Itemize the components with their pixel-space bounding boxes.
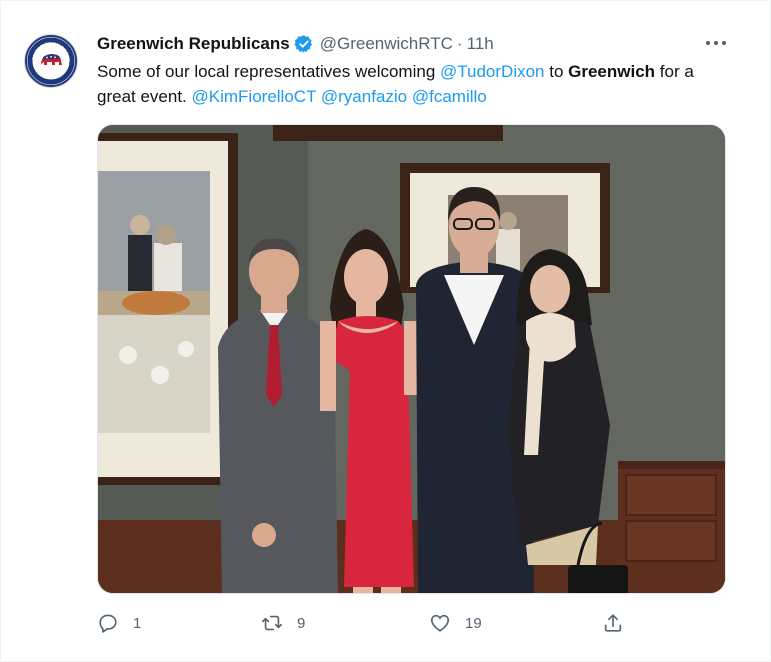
verified-badge-icon xyxy=(294,35,312,53)
tweet-actions: 1 9 19 xyxy=(97,610,637,636)
account-handle[interactable]: @GreenwichRTC xyxy=(320,34,453,54)
share-icon xyxy=(604,614,622,632)
retweet-count: 9 xyxy=(297,614,306,632)
reply-button[interactable]: 1 xyxy=(97,610,141,636)
mention-link[interactable]: @KimFiorelloCT xyxy=(192,87,317,106)
reply-icon xyxy=(99,614,117,633)
retweet-icon xyxy=(262,615,282,631)
tweet-timestamp[interactable]: 11h xyxy=(467,34,494,54)
avatar[interactable]: REPUBLICAN TOWN COMMITTEE GREENWICH, CT xyxy=(22,30,78,88)
tweet-text-bold: Greenwich xyxy=(568,62,656,81)
tweet-text-part: Some of our local representatives welcom… xyxy=(97,62,440,81)
more-options-button[interactable] xyxy=(703,34,729,52)
tweet-header: Greenwich Republicans @GreenwichRTC · 11… xyxy=(97,32,494,56)
tweet-text: Some of our local representatives welcom… xyxy=(97,59,737,109)
like-icon xyxy=(430,614,450,632)
mention-link[interactable]: @ryanfazio xyxy=(321,87,407,106)
more-icon xyxy=(706,41,726,45)
mention-link[interactable]: @fcamillo xyxy=(412,87,487,106)
event-group-photo xyxy=(98,125,725,593)
retweet-button[interactable]: 9 xyxy=(261,610,305,636)
reply-count: 1 xyxy=(133,614,142,632)
like-button[interactable]: 19 xyxy=(429,610,482,636)
share-button[interactable] xyxy=(602,610,624,636)
tweet[interactable]: REPUBLICAN TOWN COMMITTEE GREENWICH, CT … xyxy=(0,0,771,662)
account-name[interactable]: Greenwich Republicans xyxy=(97,34,290,54)
like-count: 19 xyxy=(465,614,482,632)
mention-link[interactable]: @TudorDixon xyxy=(440,62,545,81)
tweet-text-part: to xyxy=(544,62,569,81)
republican-town-committee-logo: REPUBLICAN TOWN COMMITTEE GREENWICH, CT xyxy=(22,30,77,87)
tweet-photo[interactable] xyxy=(97,124,726,594)
separator-dot: · xyxy=(456,34,463,53)
